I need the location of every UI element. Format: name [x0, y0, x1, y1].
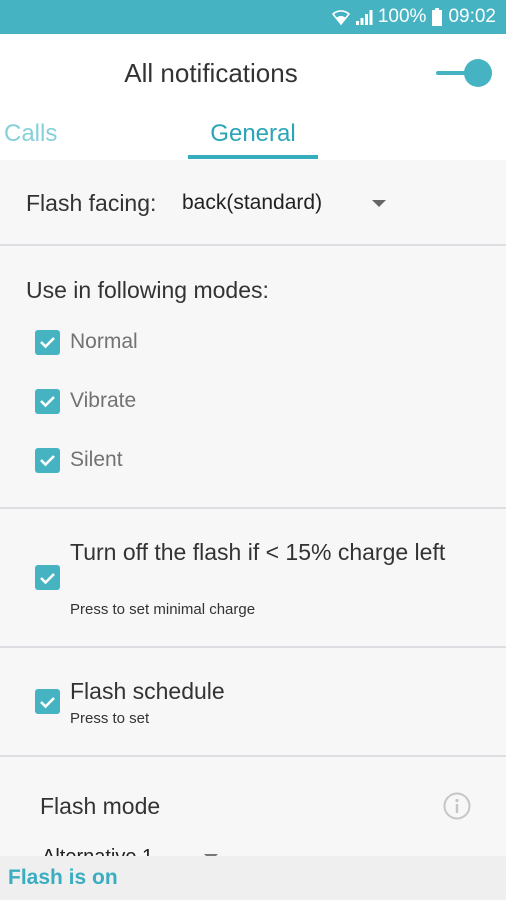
flash-status-bar: Flash is on [0, 856, 506, 900]
settings-list[interactable]: Flash facing: back(standard) Use in foll… [0, 160, 506, 856]
mode-label: Vibrate [70, 389, 137, 412]
mode-label: Silent [70, 448, 123, 471]
battery-icon [431, 8, 443, 26]
flash-status-text: Flash is on [8, 866, 118, 889]
checkbox-checked-icon[interactable] [35, 447, 60, 473]
wifi-icon [331, 8, 350, 26]
tab-calls[interactable]: Calls [4, 120, 57, 160]
checkbox-checked-icon[interactable] [35, 689, 60, 714]
flash-facing-label: Flash facing: [26, 190, 157, 216]
mode-silent[interactable]: Silent [35, 445, 123, 475]
checkbox-checked-icon[interactable] [35, 388, 60, 414]
tab-general[interactable]: General [188, 120, 318, 160]
mode-label: Normal [70, 330, 138, 353]
clock: 09:02 [448, 6, 496, 27]
divider [0, 646, 506, 648]
checkbox-checked-icon[interactable] [35, 329, 60, 355]
flash-facing-select[interactable]: back(standard) [182, 191, 322, 215]
schedule-title: Flash schedule [70, 678, 225, 704]
header: All notifications Calls General [0, 34, 506, 160]
divider [0, 755, 506, 757]
info-icon[interactable] [443, 792, 471, 820]
toggle-thumb[interactable] [464, 59, 492, 87]
schedule-subtitle: Press to set [70, 710, 150, 727]
mode-normal[interactable]: Normal [35, 327, 138, 357]
status-bar: 100% 09:02 [0, 0, 506, 34]
divider [0, 244, 506, 246]
active-tab-indicator [188, 155, 318, 159]
all-notifications-toggle[interactable] [434, 58, 494, 88]
cell-signal-icon [355, 8, 373, 26]
mode-vibrate[interactable]: Vibrate [35, 386, 136, 416]
checkbox-checked-icon[interactable] [35, 565, 60, 590]
modes-heading: Use in following modes: [26, 277, 269, 303]
low-charge-title: Turn off the flash if < 15% charge left [70, 539, 446, 565]
battery-percent: 100% [377, 6, 427, 27]
flash-mode-title: Flash mode [40, 793, 161, 819]
low-charge-subtitle: Press to set minimal charge [70, 601, 256, 618]
divider [0, 507, 506, 509]
flash-mode-select[interactable]: Alternative 1 [42, 846, 153, 856]
flash-facing-row: Flash facing: back(standard) [0, 160, 506, 244]
dropdown-arrow-icon[interactable] [372, 200, 386, 207]
page-title: All notifications [124, 58, 298, 88]
